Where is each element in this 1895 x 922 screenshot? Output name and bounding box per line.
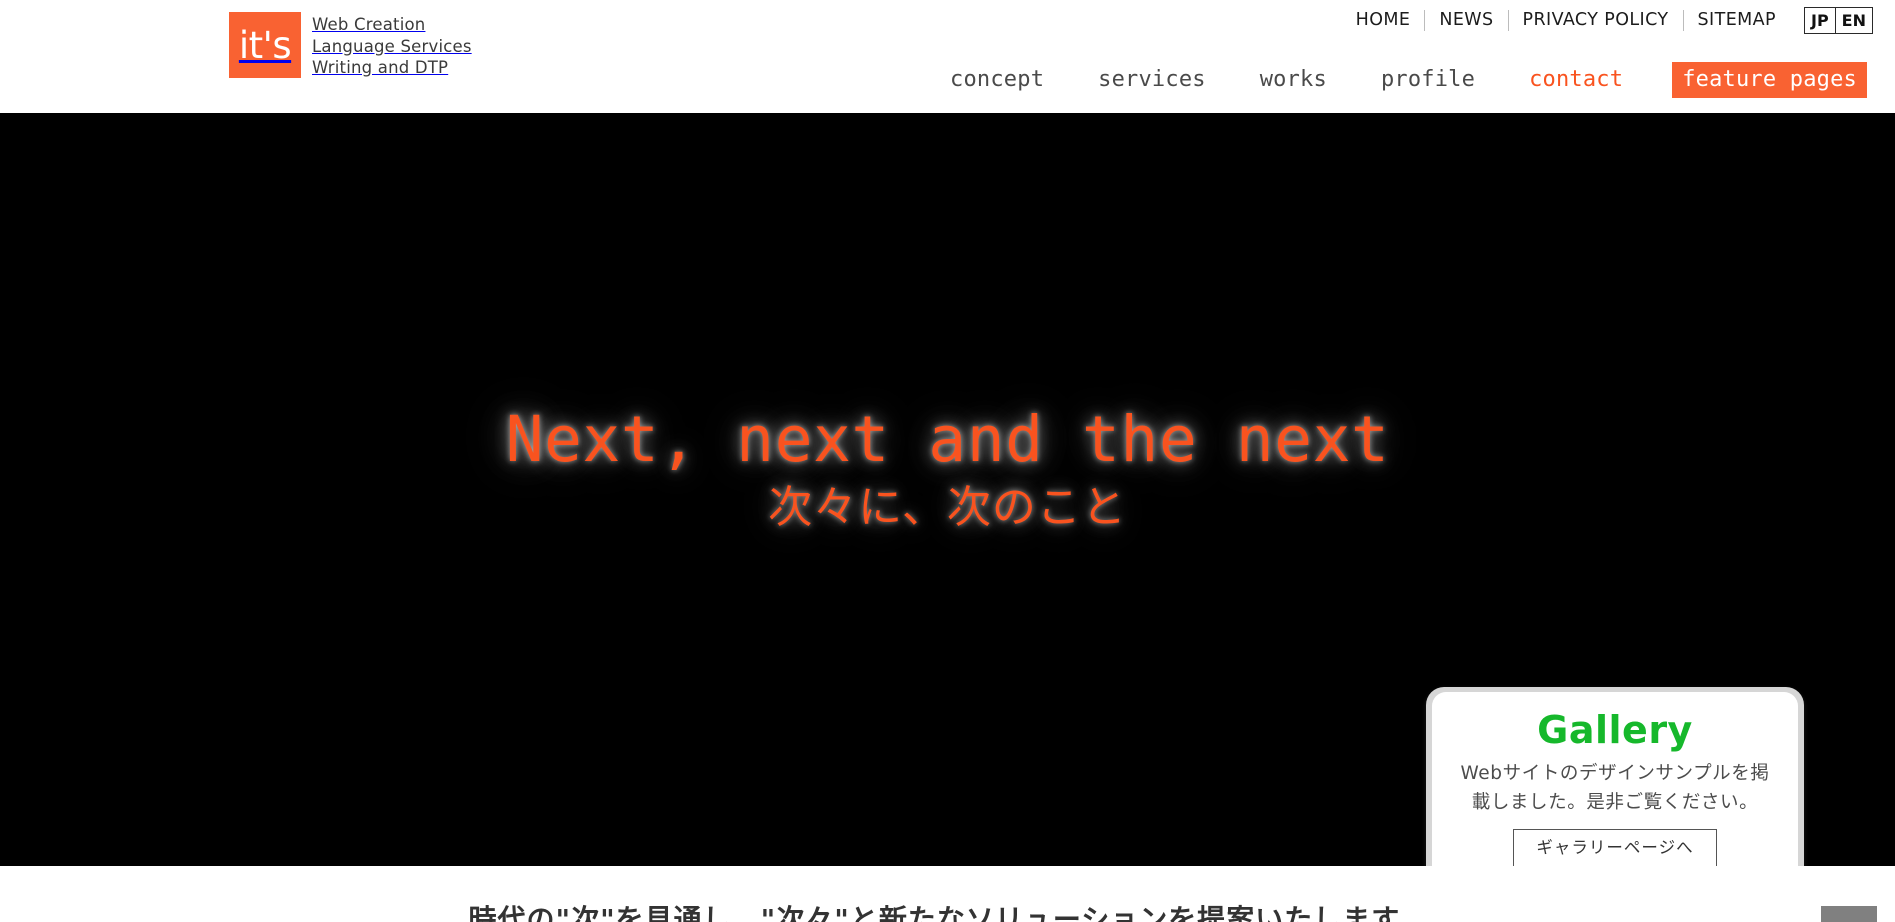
site-logo[interactable]: it's Web Creation Language Services Writ…	[229, 12, 472, 79]
main-nav-item-profile[interactable]: profile	[1354, 63, 1502, 97]
intro-lead-text: 時代の"次"を見通し、"次々"と新たなソリューションを提案いたします。	[468, 903, 1427, 922]
gallery-page-button[interactable]: ギャラリーページへ	[1513, 829, 1717, 866]
language-toggle-en[interactable]: EN	[1835, 7, 1873, 34]
logo-mark: it's	[229, 12, 301, 78]
site-header: it's Web Creation Language Services Writ…	[0, 0, 1895, 113]
logo-mark-text: it's	[238, 23, 292, 67]
utility-nav-item-sitemap[interactable]: SITEMAP	[1684, 7, 1790, 34]
gallery-card: Gallery Webサイトのデザインサンプルを掲載しました。是非ご覧ください。…	[1432, 692, 1798, 866]
gallery-card-description: Webサイトのデザインサンプルを掲載しました。是非ご覧ください。	[1460, 763, 1770, 813]
main-nav-item-concept[interactable]: concept	[923, 63, 1071, 97]
page-top-button[interactable]	[1821, 906, 1877, 922]
utility-nav-item-privacy-policy[interactable]: PRIVACY POLICY	[1509, 7, 1683, 34]
language-toggle-jp[interactable]: JP	[1803, 7, 1836, 34]
utility-nav-item-news[interactable]: NEWS	[1425, 7, 1507, 34]
hero-section: Next, next and the next 次々に、次のこと Gallery…	[0, 113, 1895, 866]
main-nav-item-works[interactable]: works	[1233, 63, 1354, 97]
logo-tagline-line-2: Language Services	[312, 36, 472, 56]
main-nav-item-contact[interactable]: contact	[1502, 63, 1650, 97]
utility-nav-item-home[interactable]: HOME	[1342, 7, 1425, 34]
gallery-card-title: Gallery	[1537, 708, 1693, 752]
hero-copy: Next, next and the next 次々に、次のこと	[0, 404, 1895, 535]
utility-nav: HOME NEWS PRIVACY POLICY SITEMAP JP EN	[1342, 7, 1873, 34]
hero-title: Next, next and the next	[505, 403, 1390, 476]
page-root: it's Web Creation Language Services Writ…	[0, 0, 1895, 922]
logo-tagline-line-1: Web Creation	[312, 15, 426, 34]
language-toggle: JP EN	[1803, 7, 1873, 34]
main-nav-item-services[interactable]: services	[1071, 63, 1233, 97]
intro-band: 時代の"次"を見通し、"次々"と新たなソリューションを提案いたします。	[0, 866, 1895, 922]
logo-tagline-line-3: Writing and DTP	[312, 58, 449, 77]
main-nav: concept services works profile contact f…	[923, 62, 1875, 98]
logo-tagline: Web Creation Language Services Writing a…	[312, 12, 472, 79]
hero-subtitle: 次々に、次のこと	[768, 482, 1127, 533]
main-nav-item-feature-pages[interactable]: feature pages	[1672, 62, 1867, 98]
gallery-card-frame: Gallery Webサイトのデザインサンプルを掲載しました。是非ご覧ください。…	[1426, 687, 1804, 866]
